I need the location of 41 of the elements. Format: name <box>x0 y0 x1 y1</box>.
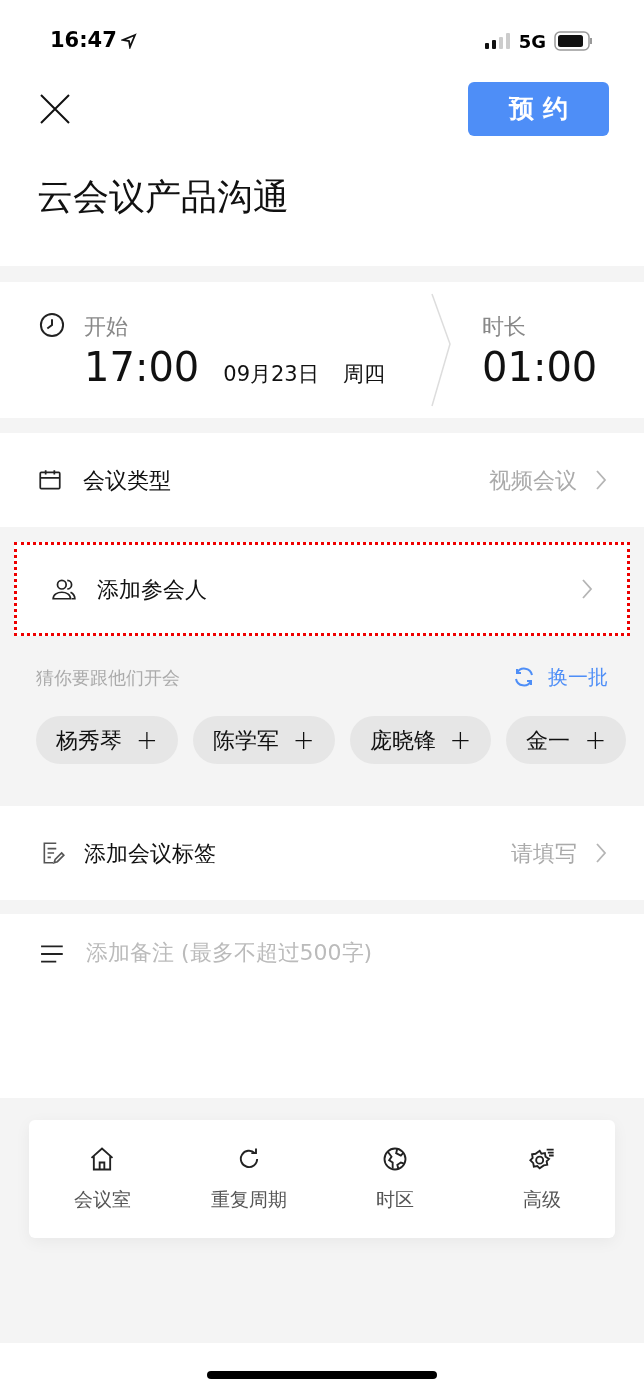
row-label: 添加会议标签 <box>84 839 217 868</box>
calendar-icon <box>37 467 63 493</box>
row-label: 会议类型 <box>83 466 172 495</box>
refresh-icon <box>512 665 536 689</box>
battery-icon <box>554 31 594 51</box>
form-row[interactable]: 添加参会人 <box>14 542 630 636</box>
network-label: 5G <box>518 29 546 54</box>
chevron-right-icon <box>595 842 607 864</box>
start-label: 开始 <box>84 313 129 341</box>
status-time: 16:47 <box>50 27 117 55</box>
row-value: 请填写 <box>511 839 577 868</box>
start-date: 09月23日 <box>223 361 319 388</box>
row-value: 视频会议 <box>489 466 577 495</box>
close-icon <box>39 93 71 125</box>
toolbar-item[interactable]: 会议室 <box>29 1120 176 1238</box>
chevron-right-icon <box>595 469 607 491</box>
clock-icon <box>38 311 66 339</box>
close-button[interactable] <box>38 92 72 126</box>
form-row[interactable]: 会议类型 视频会议 <box>0 433 644 527</box>
start-time-selector[interactable]: 开始 17:00 09月23日 周四 <box>0 282 430 418</box>
divider-chevron-icon <box>430 292 452 408</box>
duration-label: 时长 <box>482 313 527 341</box>
toolbar-item[interactable]: 重复周期 <box>175 1120 322 1238</box>
duration-value: 01:00 <box>482 347 599 387</box>
chevron-right-icon <box>581 578 593 600</box>
suggested-person-chip[interactable]: 金一 + <box>506 716 627 764</box>
suggestion-hint: 猜你要跟他们开会 <box>36 665 180 690</box>
toolbar-item[interactable]: 高级 <box>468 1120 615 1238</box>
start-time: 17:00 <box>84 347 200 387</box>
suggested-person-chip[interactable]: 庞晓锋 + <box>349 716 492 764</box>
row-label: 添加参会人 <box>97 575 208 604</box>
notes-field[interactable]: 添加备注 (最多不超过500字) <box>0 914 644 1098</box>
toolbar-item[interactable]: 时区 <box>322 1120 469 1238</box>
duration-selector[interactable]: 时长 01:00 <box>482 282 644 418</box>
suggested-person-chip[interactable]: 陈学军 + <box>192 716 335 764</box>
meeting-title: 云会议产品沟通 <box>37 175 289 219</box>
start-weekday: 周四 <box>342 361 385 388</box>
suggested-person-chip[interactable]: 杨秀琴 + <box>36 716 178 764</box>
form-row[interactable]: 添加会议标签 请填写 <box>0 806 644 900</box>
signal-icon <box>484 33 511 49</box>
location-arrow-icon <box>120 33 137 49</box>
